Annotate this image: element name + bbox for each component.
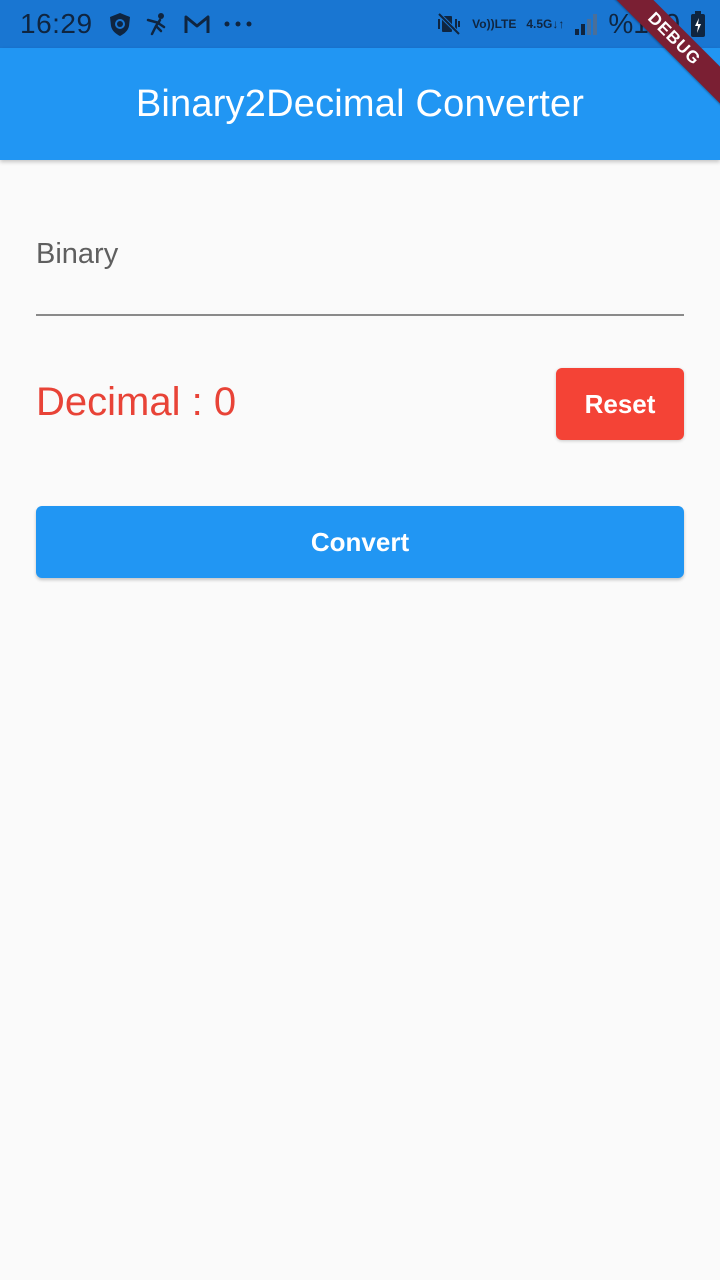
binary-field[interactable]: Binary [36, 220, 684, 316]
system-icons: Vo)) LTE 4.5G ↓↑ %100 [436, 8, 706, 40]
battery-charging-icon [690, 10, 706, 38]
vibrate-mute-icon [436, 11, 462, 37]
volte-indicator: Vo)) LTE [472, 16, 517, 31]
fencing-icon [145, 11, 171, 37]
network-type-indicator: 4.5G ↓↑ [526, 16, 565, 31]
signal-icon [574, 12, 598, 36]
decimal-result: Decimal : 0 [36, 380, 237, 424]
more-dots-icon [223, 20, 253, 28]
data-arrows-icon: ↓↑ [552, 16, 565, 31]
page-title: Binary2Decimal Converter [135, 82, 585, 125]
notification-icons [107, 11, 253, 37]
app-bar: Binary2Decimal Converter [0, 48, 720, 160]
battery-percent: %100 [608, 8, 680, 39]
shield-lion-icon [107, 11, 133, 37]
convert-button[interactable]: Convert [36, 506, 684, 578]
lte-label: LTE [494, 16, 517, 31]
gmail-icon [183, 13, 211, 35]
status-time: 16:29 [20, 8, 93, 39]
volte-label: Vo)) [472, 16, 495, 31]
network-type-label: 4.5G [526, 16, 553, 31]
reset-button[interactable]: Reset [556, 368, 684, 440]
binary-input[interactable] [36, 220, 684, 314]
status-bar: 16:29 Vo)) LTE 4.5G ↓↑ %100 [0, 0, 720, 48]
